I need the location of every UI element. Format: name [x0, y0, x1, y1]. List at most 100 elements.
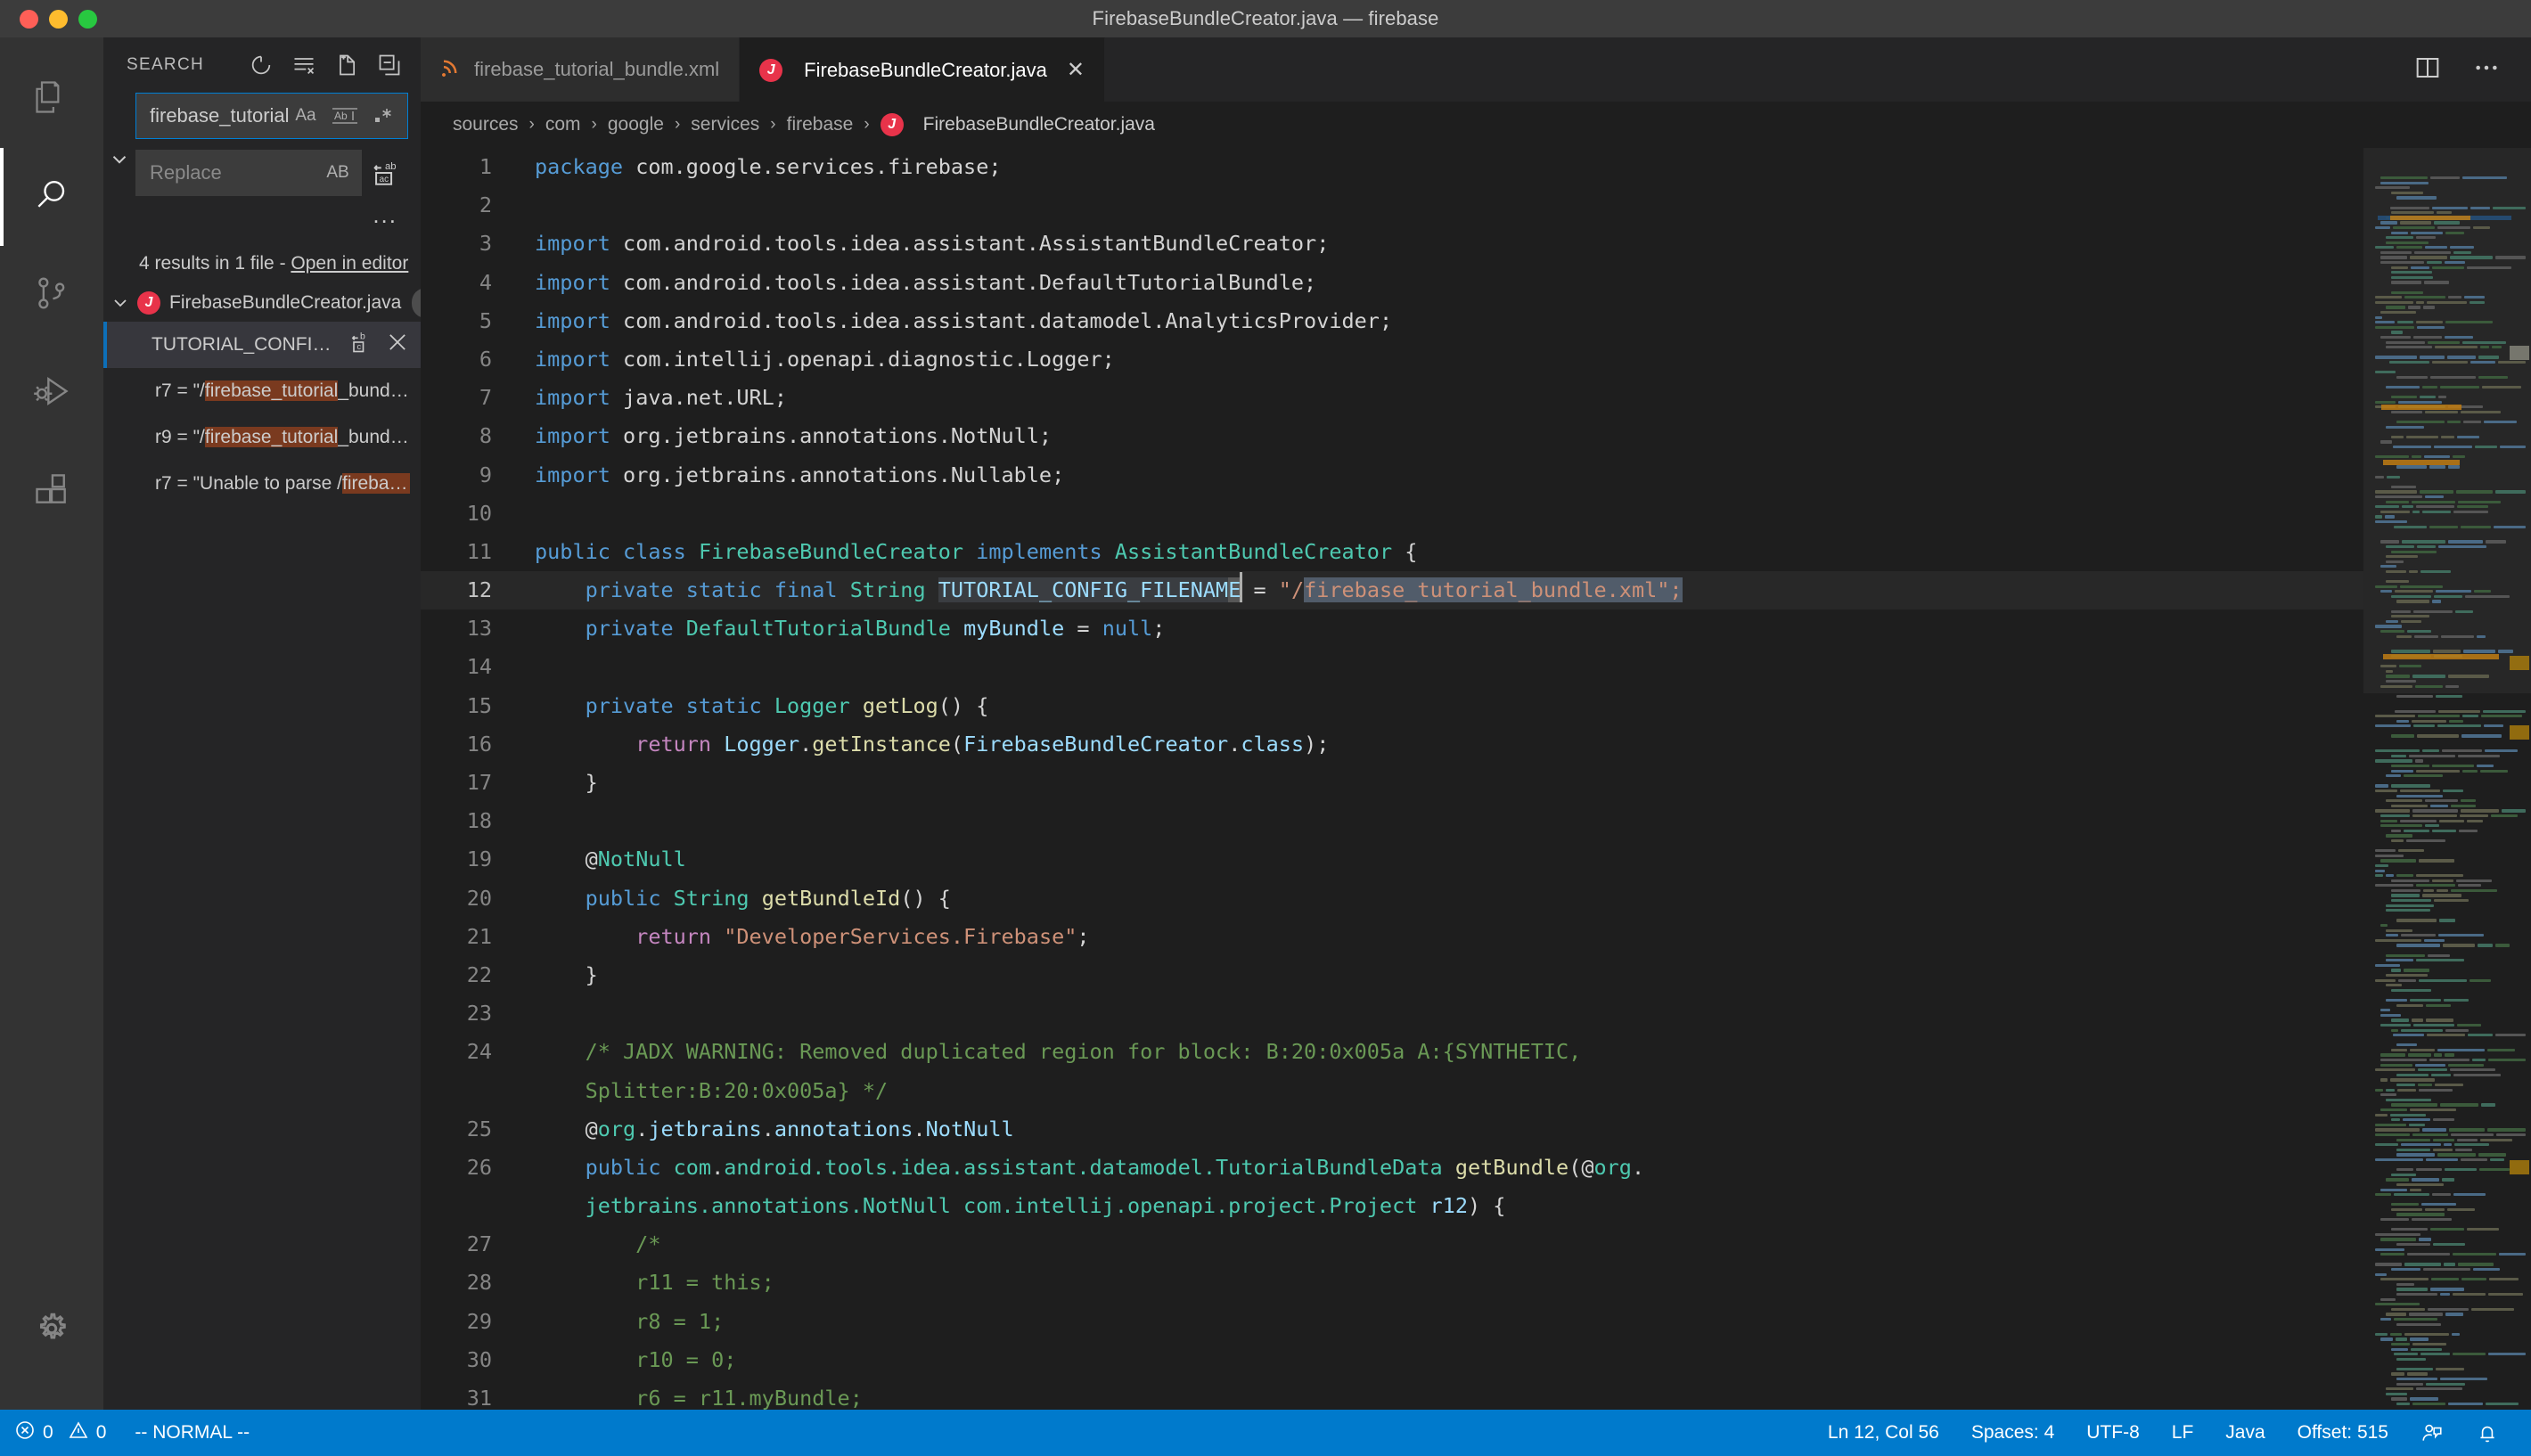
code-line-text[interactable]: public String getBundleId() { — [517, 879, 2363, 918]
search-result-file-row[interactable]: J FirebaseBundleCreator.java sources/c..… — [103, 283, 443, 322]
code-line[interactable]: 26 public com.android.tools.idea.assista… — [421, 1149, 2363, 1225]
code-line[interactable]: 20 public String getBundleId() { — [421, 879, 2363, 918]
replace-icon[interactable]: b c — [348, 330, 373, 360]
code-line[interactable]: 22 } — [421, 956, 2363, 994]
sidebar-item-explorer[interactable] — [0, 50, 103, 148]
code-line[interactable]: 14 — [421, 648, 2363, 686]
manage-settings-button[interactable] — [0, 1281, 103, 1379]
code-line[interactable]: 3 import com.android.tools.idea.assistant… — [421, 225, 2363, 263]
code-line[interactable]: 31 r6 = r11.myBundle; — [421, 1379, 2363, 1410]
code-line[interactable]: 24 /* JADX WARNING: Removed duplicated r… — [421, 1033, 2363, 1109]
code-line-text[interactable]: import com.android.tools.idea.assistant.… — [517, 264, 2363, 302]
code-line[interactable]: 8 import org.jetbrains.annotations.NotNul… — [421, 417, 2363, 455]
code-line-text[interactable]: /* JADX WARNING: Removed duplicated regi… — [517, 1033, 2363, 1109]
code-line[interactable]: 5 import com.android.tools.idea.assistant… — [421, 302, 2363, 340]
code-line-text[interactable] — [517, 495, 2363, 533]
code-line-text[interactable]: private static Logger getLog() { — [517, 687, 2363, 725]
toggle-replace-button[interactable] — [103, 93, 135, 239]
code-line-text[interactable]: package com.google.services.firebase; — [517, 148, 2363, 186]
code-line-text[interactable]: public com.android.tools.idea.assistant.… — [517, 1149, 2363, 1225]
breadcrumb-item-google[interactable]: google — [608, 114, 664, 135]
code-line[interactable]: 2 — [421, 186, 2363, 225]
breadcrumb-item-com[interactable]: com — [545, 114, 581, 135]
code-line[interactable]: 19 @NotNull — [421, 840, 2363, 879]
status-editor-encoding[interactable]: UTF-8 — [2070, 1410, 2156, 1456]
code-line-text[interactable] — [517, 186, 2363, 225]
sidebar-item-search[interactable] — [0, 148, 103, 246]
code-line-text[interactable] — [517, 802, 2363, 840]
code-line[interactable]: 27 /* — [421, 1225, 2363, 1264]
status-problems[interactable]: 0 0 — [0, 1410, 120, 1456]
code-line[interactable]: 23 — [421, 994, 2363, 1033]
search-input[interactable]: firebase_tutorial Aa Ab — [135, 93, 408, 139]
code-line-text[interactable] — [517, 648, 2363, 686]
collapse-all-icon[interactable] — [374, 50, 405, 80]
code-line[interactable]: 28 r11 = this; — [421, 1264, 2363, 1302]
code-line-text[interactable]: import com.android.tools.idea.assistant.… — [517, 225, 2363, 263]
code-line[interactable]: 9 import org.jetbrains.annotations.Nullab… — [421, 456, 2363, 495]
replace-input[interactable]: Replace AB — [135, 150, 362, 196]
breadcrumb-item-file[interactable]: J FirebaseBundleCreator.java — [880, 113, 1155, 136]
code-line-text[interactable]: import java.net.URL; — [517, 379, 2363, 417]
refresh-icon[interactable] — [246, 50, 276, 80]
code-line-text[interactable]: @NotNull — [517, 840, 2363, 879]
code-line-text[interactable]: import com.android.tools.idea.assistant.… — [517, 302, 2363, 340]
code-line-text[interactable]: private static final String TUTORIAL_CON… — [517, 571, 2363, 609]
breadcrumb-item-sources[interactable]: sources — [453, 114, 519, 135]
code-content[interactable]: 1 package com.google.services.firebase; 2 … — [421, 148, 2363, 1410]
split-editor-icon[interactable] — [2413, 53, 2442, 86]
code-line[interactable]: 6 import com.intellij.openapi.diagnostic.… — [421, 340, 2363, 379]
code-line-text[interactable]: r8 = 1; — [517, 1303, 2363, 1341]
code-line[interactable]: 4 import com.android.tools.idea.assistant… — [421, 264, 2363, 302]
code-line[interactable]: 1 package com.google.services.firebase; — [421, 148, 2363, 186]
code-line-text[interactable]: } — [517, 764, 2363, 802]
code-line[interactable]: 15 private static Logger getLog() { — [421, 687, 2363, 725]
status-editor-offset[interactable]: Offset: 515 — [2281, 1410, 2404, 1456]
minimap[interactable] — [2363, 148, 2531, 1410]
tab-firebase-bundle-creator-java[interactable]: J FirebaseBundleCreator.java ✕ — [740, 37, 1105, 102]
code-line[interactable]: 30 r10 = 0; — [421, 1341, 2363, 1379]
breadcrumb-item-firebase[interactable]: firebase — [787, 114, 854, 135]
code-line-text[interactable]: r11 = this; — [517, 1264, 2363, 1302]
code-line[interactable]: 13 private DefaultTutorialBundle myBundl… — [421, 609, 2363, 648]
code-line[interactable]: 21 return "DeveloperServices.Firebase"; — [421, 918, 2363, 956]
code-line-text[interactable]: @org.jetbrains.annotations.NotNull — [517, 1110, 2363, 1149]
code-line-text[interactable]: } — [517, 956, 2363, 994]
replace-all-button[interactable]: ab ac — [362, 150, 408, 196]
code-line-text[interactable]: r10 = 0; — [517, 1341, 2363, 1379]
search-match-row[interactable]: TUTORIAL_CONFIG_FILENAME = "/fi... b c — [103, 322, 421, 368]
close-icon[interactable] — [385, 330, 410, 360]
code-line-text[interactable]: import org.jetbrains.annotations.NotNull… — [517, 417, 2363, 455]
code-scroll-area[interactable]: 1 package com.google.services.firebase; 2 … — [421, 148, 2363, 1410]
search-match-row[interactable]: r7 = "Unable to parse /firebase_tutorial… — [103, 461, 421, 507]
tab-firebase-tutorial-bundle-xml[interactable]: firebase_tutorial_bundle.xml — [421, 37, 741, 102]
breadcrumb-item-services[interactable]: services — [691, 114, 759, 135]
code-line-text[interactable]: return "DeveloperServices.Firebase"; — [517, 918, 2363, 956]
use-regex-icon[interactable] — [367, 99, 401, 133]
code-line[interactable]: 12 private static final String TUTORIAL_… — [421, 571, 2363, 610]
match-case-icon[interactable]: Aa — [289, 99, 323, 133]
status-editor-indentation[interactable]: Spaces: 4 — [1955, 1410, 2070, 1456]
code-line[interactable]: 17 } — [421, 764, 2363, 802]
code-line-text[interactable]: return Logger.getInstance(FirebaseBundle… — [517, 725, 2363, 764]
sidebar-item-run-and-debug[interactable] — [0, 344, 103, 442]
ellipsis-icon[interactable] — [2472, 53, 2501, 86]
code-line[interactable]: 10 — [421, 495, 2363, 533]
status-editor-position[interactable]: Ln 12, Col 56 — [1812, 1410, 1955, 1456]
account-icon[interactable] — [2404, 1410, 2460, 1456]
sidebar-item-extensions[interactable] — [0, 442, 103, 540]
match-whole-word-icon[interactable]: Ab — [328, 99, 362, 133]
toggle-search-details-button[interactable]: ... — [373, 203, 397, 239]
code-line[interactable]: 18 — [421, 802, 2363, 840]
new-search-editor-icon[interactable] — [332, 50, 362, 80]
code-line-text[interactable]: private DefaultTutorialBundle myBundle =… — [517, 609, 2363, 648]
chevron-down-icon[interactable] — [103, 292, 137, 314]
preserve-case-icon[interactable]: AB — [321, 156, 355, 190]
code-line[interactable]: 7 import java.net.URL; — [421, 379, 2363, 417]
code-line[interactable]: 29 r8 = 1; — [421, 1303, 2363, 1341]
code-line-text[interactable]: /* — [517, 1225, 2363, 1264]
open-in-editor-link[interactable]: Open in editor — [291, 253, 408, 274]
code-line-text[interactable]: import com.intellij.openapi.diagnostic.L… — [517, 340, 2363, 379]
code-line-text[interactable]: import org.jetbrains.annotations.Nullabl… — [517, 456, 2363, 495]
clear-all-icon[interactable] — [289, 50, 319, 80]
